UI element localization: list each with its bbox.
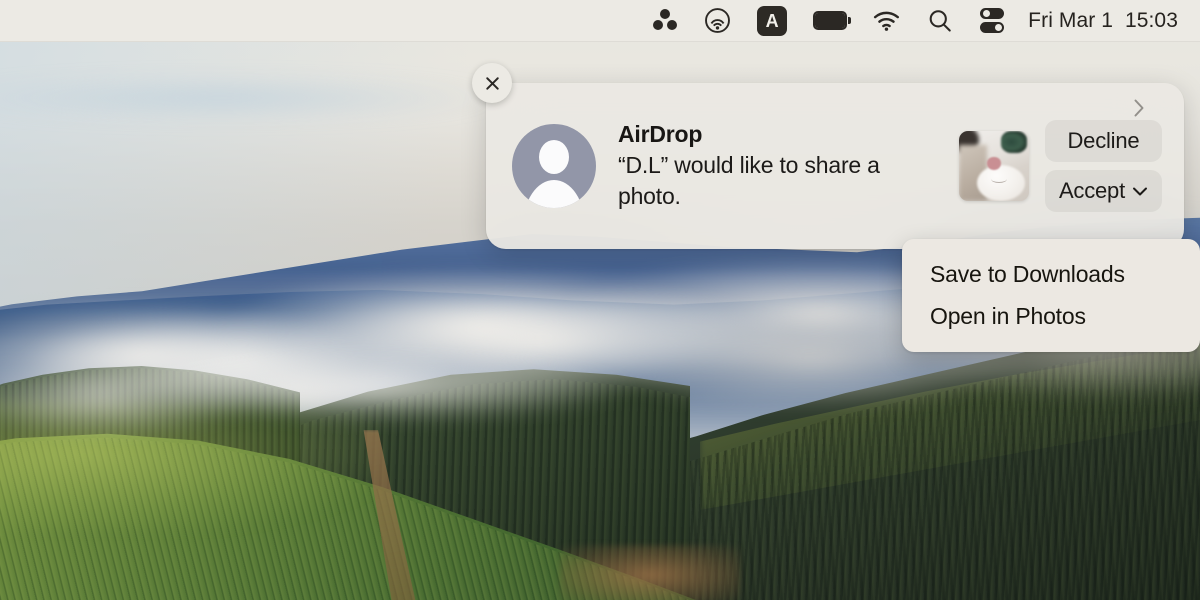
keyboard-input-letter: A: [757, 5, 788, 36]
keyboard-input-icon[interactable]: A: [744, 0, 800, 42]
thumbnail-detail: [1000, 131, 1027, 153]
wallpaper-dirt-clearing: [560, 545, 740, 600]
thumbnail-detail: [986, 157, 1001, 170]
accept-button[interactable]: Accept: [1044, 170, 1162, 212]
focus-icon[interactable]: [639, 0, 691, 42]
airdrop-icon[interactable]: [691, 0, 744, 42]
focus-icon-glyph: [652, 8, 678, 33]
menu-item-label: Save to Downloads: [930, 261, 1125, 287]
shared-photo-thumbnail[interactable]: [958, 131, 1029, 201]
wifi-icon[interactable]: [860, 0, 914, 42]
close-notification-button[interactable]: [472, 63, 512, 103]
chevron-right-icon-glyph: [1134, 99, 1144, 117]
thumbnail-detail: [976, 165, 1025, 201]
battery-icon[interactable]: [800, 0, 860, 42]
airdrop-notification[interactable]: AirDrop “D.L” would like to share a phot…: [472, 63, 1184, 249]
battery-icon-glyph: [813, 11, 852, 30]
desktop-screen: A Fri Mar 1 15:03 AirDrop “D.L” would li…: [0, 0, 1200, 600]
control-center-icon-glyph: [979, 7, 1005, 34]
search-icon-glyph: [929, 9, 951, 32]
accept-button-label: Accept: [1058, 178, 1125, 203]
notification-app-title: AirDrop: [618, 121, 703, 148]
airdrop-icon-glyph: [705, 8, 731, 33]
thumbnail-detail: [990, 175, 1007, 183]
search-icon[interactable]: [914, 0, 966, 42]
notification-text-block: AirDrop “D.L” would like to share a phot…: [618, 121, 959, 211]
wifi-icon-glyph: [874, 11, 900, 31]
menu-item-open-in-photos[interactable]: Open in Photos: [902, 296, 1200, 338]
control-center-icon[interactable]: [966, 0, 1018, 42]
expand-chevron-right-icon[interactable]: [1128, 97, 1150, 119]
menu-item-label: Open in Photos: [930, 303, 1086, 329]
decline-button[interactable]: Decline: [1044, 120, 1162, 162]
chevron-down-icon: [1133, 187, 1147, 195]
wallpaper-fog-wisp: [120, 352, 640, 422]
avatar-body: [523, 180, 585, 208]
notification-actions: Decline Accept: [1044, 120, 1162, 212]
close-icon: [485, 76, 499, 90]
notification-message: “D.L” would like to share a photo.: [618, 152, 880, 209]
menu-item-save-to-downloads[interactable]: Save to Downloads: [902, 254, 1200, 296]
avatar-head: [539, 140, 569, 174]
menu-bar-clock[interactable]: Fri Mar 1 15:03: [1018, 9, 1182, 33]
wallpaper-sky-wisp: [0, 78, 500, 118]
accept-dropdown-menu: Save to Downloads Open in Photos: [902, 239, 1200, 352]
avatar: [512, 124, 596, 208]
menu-bar: A Fri Mar 1 15:03: [0, 0, 1200, 42]
decline-button-label: Decline: [1067, 128, 1140, 153]
